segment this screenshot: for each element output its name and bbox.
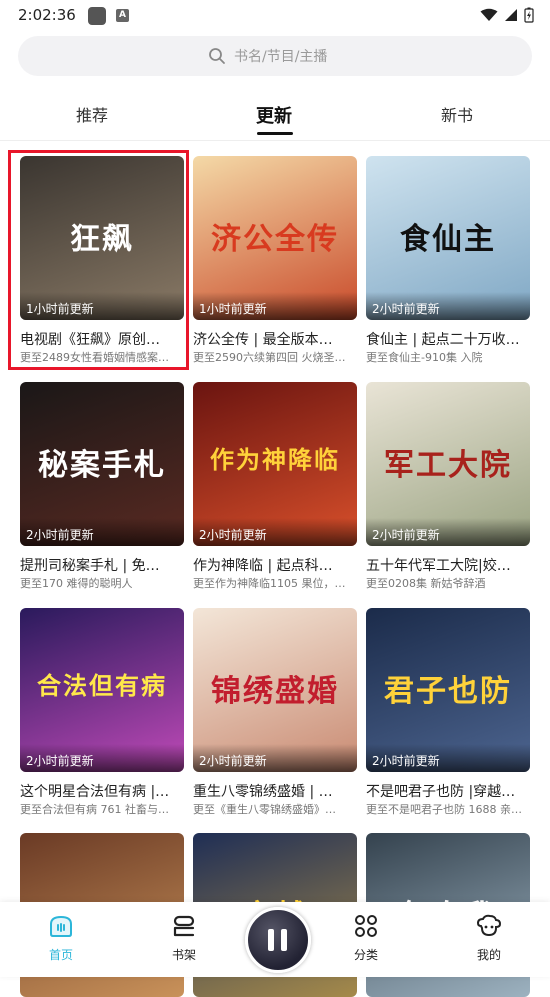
nav-bookshelf[interactable]: 书架	[144, 914, 224, 963]
cover-title: 合法但有病	[37, 671, 167, 700]
a-badge-icon: A	[116, 9, 129, 22]
status-bar: 2:02:36 A	[0, 0, 550, 32]
book-cover[interactable]: 合法但有病 2小时前更新	[20, 608, 184, 772]
cover-title: 锦绣盛婚	[211, 674, 339, 709]
nav-label: 分类	[353, 948, 378, 962]
search-input[interactable]	[232, 36, 436, 78]
tab-recommend[interactable]: 推荐	[76, 102, 108, 126]
cover-title: 君子也防	[384, 674, 512, 709]
divider	[0, 140, 550, 141]
book-cover[interactable]: 秘案手札 2小时前更新	[20, 382, 184, 546]
latest-episode: 更至0208集 新姑爷辞酒	[366, 577, 486, 590]
active-tab-indicator	[257, 132, 293, 135]
update-badge: 2小时前更新	[193, 518, 357, 546]
update-badge: 2小时前更新	[366, 744, 530, 772]
book-title[interactable]: 作为神降临 | 起点科…	[193, 555, 357, 575]
book-title[interactable]: 济公全传 | 最全版本…	[193, 329, 357, 349]
nav-label: 首页	[48, 948, 73, 962]
battery-icon	[524, 7, 534, 23]
book-cover[interactable]: 军工大院 2小时前更新	[366, 382, 530, 546]
update-badge: 2小时前更新	[193, 744, 357, 772]
latest-episode: 更至食仙主-910集 入院	[366, 351, 483, 364]
book-cover[interactable]: 济公全传 1小时前更新	[193, 156, 357, 320]
cover-title: 作为神降临	[210, 445, 340, 474]
tab-new-books[interactable]: 新书	[441, 102, 473, 126]
cover-title: 食仙主	[400, 222, 496, 257]
book-cover[interactable]: 君子也防 2小时前更新	[366, 608, 530, 772]
cover-title: 军工大院	[384, 448, 512, 483]
latest-episode: 更至170 难得的聪明人	[20, 577, 133, 590]
search-bar[interactable]	[18, 36, 532, 78]
notification-icon	[88, 7, 106, 25]
tab-updates[interactable]: 更新	[256, 102, 292, 128]
now-playing-button[interactable]	[245, 907, 311, 973]
bookshelf-icon	[173, 915, 195, 937]
book-title[interactable]: 五十年代军工大院|姣…	[366, 555, 530, 575]
nav-profile[interactable]: 我的	[449, 914, 529, 963]
pause-icon	[281, 929, 287, 951]
book-title[interactable]: 提刑司秘案手札 | 免…	[20, 555, 184, 575]
profile-icon	[476, 914, 502, 937]
book-cover[interactable]: 锦绣盛婚 2小时前更新	[193, 608, 357, 772]
book-title[interactable]: 这个明星合法但有病 |…	[20, 781, 184, 801]
selection-highlight	[8, 150, 189, 370]
update-badge: 2小时前更新	[366, 292, 530, 320]
category-icon	[355, 915, 377, 937]
book-cover[interactable]: 作为神降临 2小时前更新	[193, 382, 357, 546]
latest-episode: 更至合法但有病 761 社畜与…	[20, 803, 169, 816]
latest-episode: 更至不是吧君子也防 1688 亲…	[366, 803, 522, 816]
update-badge: 2小时前更新	[366, 518, 530, 546]
home-icon	[50, 915, 72, 937]
cover-title: 济公全传	[211, 222, 339, 257]
nav-home[interactable]: 首页	[21, 914, 101, 963]
book-title[interactable]: 食仙主 | 起点二十万收…	[366, 329, 530, 349]
nav-label: 书架	[171, 948, 196, 962]
book-cover[interactable]: 食仙主 2小时前更新	[366, 156, 530, 320]
book-title[interactable]: 不是吧君子也防 |穿越…	[366, 781, 530, 801]
latest-episode: 更至2590六续第四回 火烧圣…	[193, 351, 346, 364]
update-badge: 2小时前更新	[20, 744, 184, 772]
book-title[interactable]: 重生八零锦绣盛婚 | …	[193, 781, 357, 801]
latest-episode: 更至作为神降临1105 果位，…	[193, 577, 346, 590]
search-icon	[209, 48, 225, 64]
cover-title: 秘案手札	[38, 448, 166, 483]
latest-episode: 更至《重生八零锦绣盛婚》…	[193, 803, 336, 816]
update-badge: 2小时前更新	[20, 518, 184, 546]
update-badge: 1小时前更新	[193, 292, 357, 320]
nav-category[interactable]: 分类	[326, 914, 406, 963]
status-time: 2:02:36	[18, 6, 76, 24]
wifi-icon	[480, 8, 498, 21]
signal-icon	[505, 9, 517, 21]
pause-icon	[268, 929, 274, 951]
tab-bar: 推荐 更新 新书	[0, 96, 550, 136]
nav-label: 我的	[476, 948, 501, 962]
